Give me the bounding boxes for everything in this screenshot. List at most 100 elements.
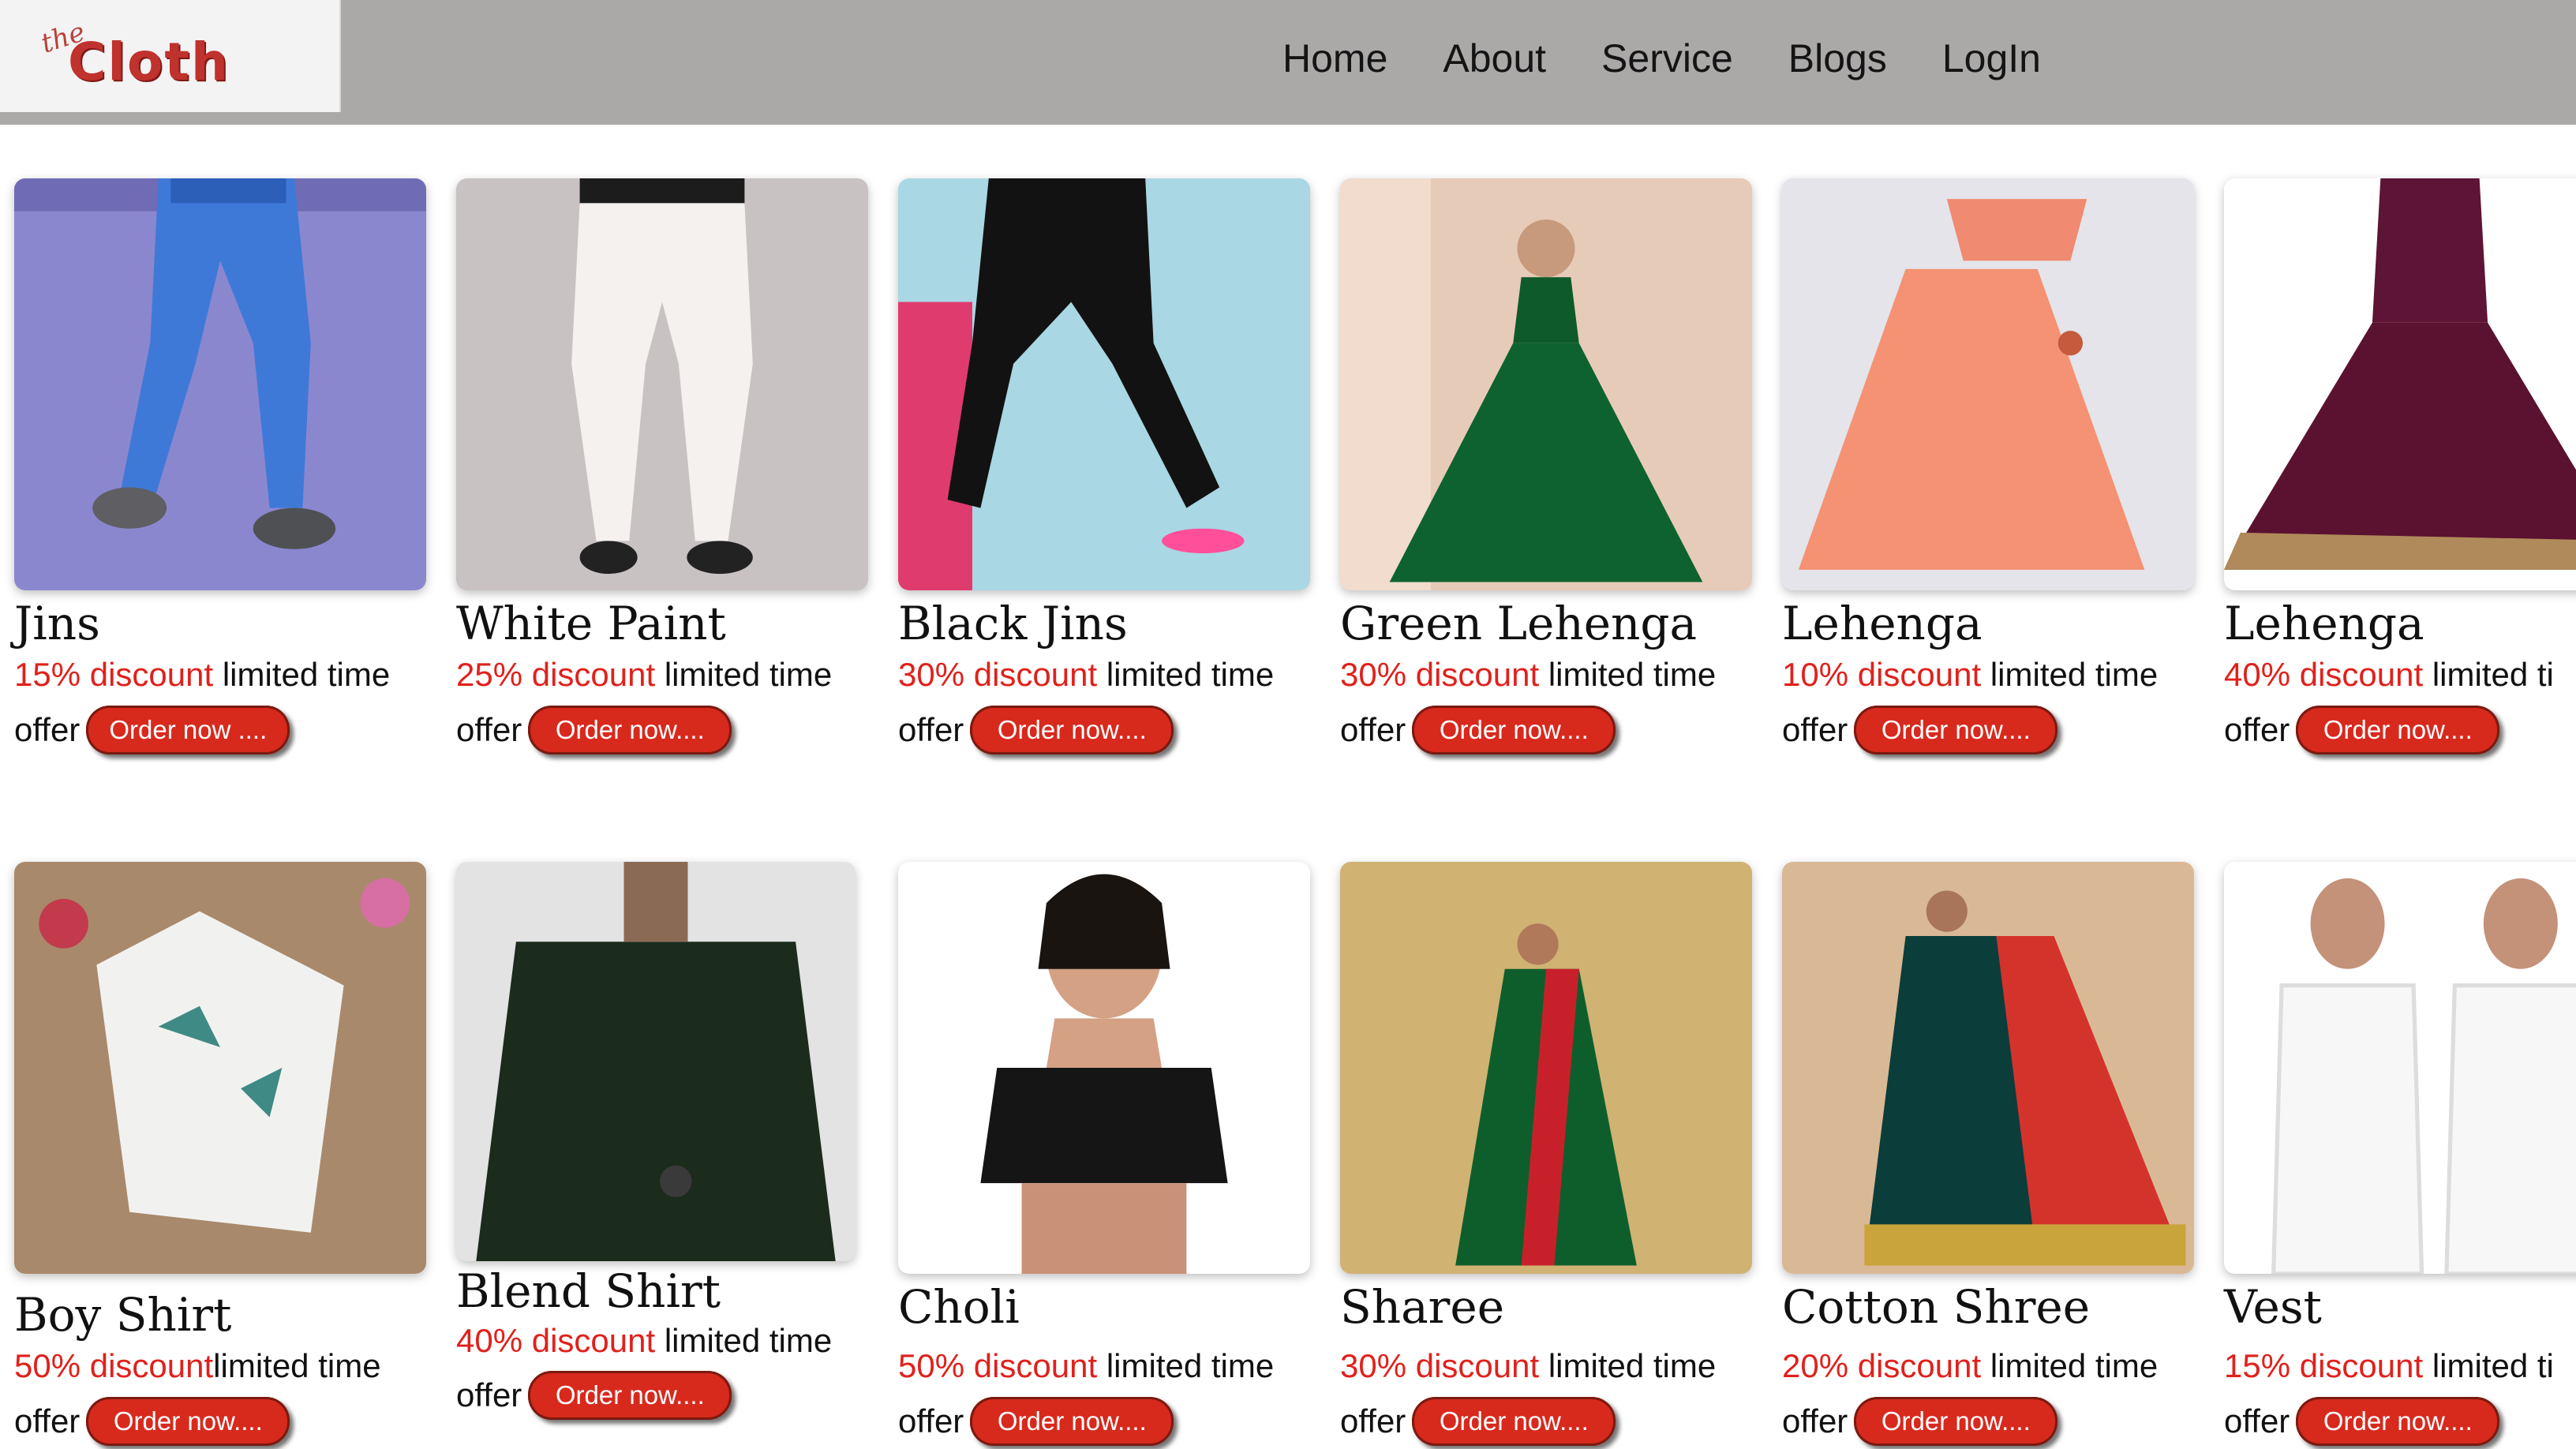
discount-text: 15% discount	[2224, 1347, 2424, 1384]
product-name: Lehenga	[2224, 597, 2424, 650]
offer-text: offer	[1782, 711, 1848, 748]
discount-text: 40% discount	[456, 1322, 656, 1359]
limited-text: limited time	[1097, 656, 1275, 693]
offer-text: offer	[2224, 1402, 2290, 1440]
order-now-button[interactable]: Order now....	[86, 1397, 290, 1446]
order-now-button[interactable]: Order now....	[1412, 1397, 1616, 1446]
order-now-button[interactable]: Order now....	[1854, 1397, 2058, 1446]
product-name: Choli	[898, 1280, 1020, 1334]
order-now-button[interactable]: Order now....	[970, 706, 1174, 754]
product-name: Green Lehenga	[1340, 597, 1698, 650]
product-name: Lehenga	[1782, 597, 1983, 650]
offer-line: offer Order now ....	[14, 706, 290, 754]
discount-text: 30% discount	[1340, 656, 1540, 693]
offer-text: offer	[14, 1402, 80, 1440]
product-name: Boy Shirt	[14, 1288, 232, 1342]
offer-line: offer Order now....	[1340, 706, 1616, 754]
nav-service[interactable]: Service	[1574, 32, 1761, 85]
limited-text: limited time	[1097, 1347, 1275, 1384]
product-name: Cotton Shree	[1782, 1280, 2091, 1334]
product-description: 20% discount limited time	[1782, 1343, 2158, 1389]
limited-text: limited time	[1539, 1347, 1717, 1384]
product-description: 50% discount limited time	[898, 1343, 1274, 1389]
main-nav: Home About Service Blogs LogIn	[1255, 32, 2069, 85]
order-now-button[interactable]: Order now....	[1854, 706, 2058, 754]
offer-text: offer	[1782, 1402, 1848, 1440]
discount-text: 15% discount	[14, 656, 214, 693]
product-description: 40% discount limited ti	[2224, 652, 2554, 698]
product-image-green-lehenga[interactable]	[1340, 178, 1752, 590]
discount-text: 30% discount	[1340, 1347, 1540, 1384]
product-name: Blend Shirt	[456, 1264, 721, 1318]
order-now-button[interactable]: Order now....	[528, 706, 732, 754]
product-image-boy-shirt[interactable]	[14, 862, 426, 1274]
discount-text: 50% discount	[898, 1347, 1098, 1384]
product-image-lehenga-maroon[interactable]	[2224, 178, 2576, 590]
product-name: Vest	[2224, 1280, 2322, 1334]
product-image-blend-shirt[interactable]	[456, 862, 856, 1261]
nav-login[interactable]: LogIn	[1915, 32, 2069, 85]
order-now-button[interactable]: Order now ....	[86, 706, 290, 754]
product-description: 15% discount limited ti	[2224, 1343, 2554, 1389]
limited-text: limited ti	[2423, 656, 2554, 693]
product-description: 25% discount limited time	[456, 652, 832, 698]
offer-line: offer Order now....	[1340, 1397, 1616, 1446]
discount-text: 10% discount	[1782, 656, 1982, 693]
order-now-button[interactable]: Order now....	[2296, 1397, 2500, 1446]
discount-text: 50% discount	[14, 1347, 214, 1384]
offer-text: offer	[456, 1376, 522, 1413]
discount-text: 20% discount	[1782, 1347, 1982, 1384]
product-image-white-paint[interactable]	[456, 178, 868, 590]
order-now-button[interactable]: Order now....	[2296, 706, 2500, 754]
product-description: 40% discount limited time	[456, 1318, 832, 1364]
nav-about[interactable]: About	[1415, 32, 1574, 85]
limited-text: limited time	[1981, 1347, 2159, 1384]
offer-line: offer Order now....	[2224, 1397, 2500, 1446]
offer-line: offer Order now....	[456, 1371, 732, 1420]
product-description: 30% discount limited time	[898, 652, 1274, 698]
offer-text: offer	[898, 711, 964, 748]
product-name: Sharee	[1340, 1280, 1505, 1334]
discount-text: 40% discount	[2224, 656, 2424, 693]
product-name: Black Jins	[898, 597, 1128, 650]
product-image-vest[interactable]	[2224, 862, 2576, 1274]
nav-blogs[interactable]: Blogs	[1761, 32, 1915, 85]
offer-text: offer	[456, 711, 522, 748]
offer-text: offer	[898, 1402, 964, 1440]
discount-text: 25% discount	[456, 656, 656, 693]
product-description: 30% discount limited time	[1340, 1343, 1716, 1389]
limited-text: limited time	[1539, 656, 1717, 693]
limited-text: limited time	[213, 1347, 381, 1384]
limited-text: limited time	[213, 656, 391, 693]
order-now-button[interactable]: Order now....	[1412, 706, 1616, 754]
product-image-black-jins[interactable]	[898, 178, 1310, 590]
offer-text: offer	[1340, 1402, 1406, 1440]
offer-line: offer Order now....	[1782, 706, 2058, 754]
product-name: White Paint	[456, 597, 726, 650]
product-description: 15% discount limited time	[14, 652, 390, 698]
offer-line: offer Order now....	[898, 1397, 1174, 1446]
product-image-jins[interactable]	[14, 178, 426, 590]
offer-text: offer	[1340, 711, 1406, 748]
offer-line: offer Order now....	[14, 1397, 290, 1446]
nav-home[interactable]: Home	[1255, 32, 1415, 85]
product-description: 50% discountlimited time	[14, 1343, 381, 1389]
offer-text: offer	[2224, 711, 2290, 748]
limited-text: limited time	[655, 656, 833, 693]
site-header: the Cloth Home About Service Blogs LogIn	[0, 0, 2576, 125]
discount-text: 30% discount	[898, 656, 1098, 693]
order-now-button[interactable]: Order now....	[528, 1371, 732, 1420]
offer-line: offer Order now....	[898, 706, 1174, 754]
logo-word: Cloth	[68, 32, 230, 92]
product-image-lehenga[interactable]	[1782, 178, 2194, 590]
order-now-button[interactable]: Order now....	[970, 1397, 1174, 1446]
product-image-sharee[interactable]	[1340, 862, 1752, 1274]
product-description: 30% discount limited time	[1340, 652, 1716, 698]
brand-logo[interactable]: the Cloth	[0, 0, 341, 112]
offer-line: offer Order now....	[2224, 706, 2500, 754]
limited-text: limited time	[655, 1322, 833, 1359]
offer-line: offer Order now....	[1782, 1397, 2058, 1446]
product-name: Jins	[14, 597, 100, 650]
product-image-choli[interactable]	[898, 862, 1310, 1274]
product-image-cotton-shree[interactable]	[1782, 862, 2194, 1274]
